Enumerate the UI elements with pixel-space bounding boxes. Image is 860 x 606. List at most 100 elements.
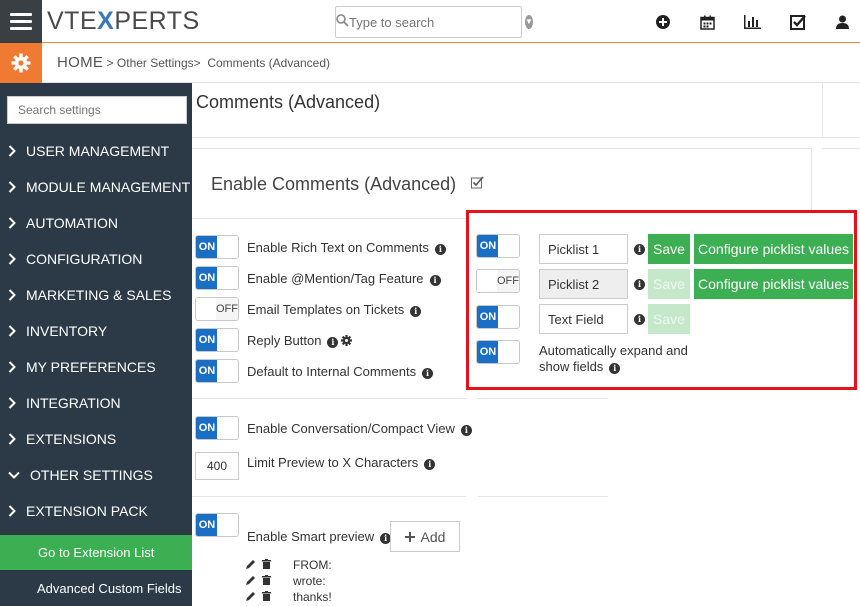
sidebar-item-my-preferences[interactable]: MY PREFERENCES xyxy=(0,349,192,385)
enabled-check-icon[interactable] xyxy=(471,173,484,194)
smart-word: thanks! xyxy=(293,590,332,604)
checkbox-icon[interactable] xyxy=(775,12,820,32)
info-icon[interactable]: i xyxy=(434,244,446,255)
global-search-input[interactable] xyxy=(349,14,525,30)
user-icon[interactable] xyxy=(820,12,860,32)
info-icon[interactable]: i xyxy=(609,363,621,374)
logo-text-2: X xyxy=(97,7,115,35)
toggle-picklist-2[interactable]: OFF xyxy=(476,269,520,293)
sidebar-item-marketing-sales[interactable]: MARKETING & SALES xyxy=(0,277,192,313)
trash-icon[interactable] xyxy=(262,558,271,572)
top-bar: VTEXPERTS ▼ xyxy=(0,0,860,43)
breadcrumb-separator: > xyxy=(193,56,201,70)
sidebar-subitem-advanced-custom-fields[interactable]: Advanced Custom Fields xyxy=(0,570,192,606)
toggle-state: ON xyxy=(477,306,499,328)
limit-preview-input[interactable] xyxy=(195,452,239,480)
settings-search-input[interactable] xyxy=(7,96,187,124)
option-label: Enable Smart preview xyxy=(247,529,375,544)
sidebar-subitem-go-to-extension-list[interactable]: Go to Extension List xyxy=(0,535,192,570)
edit-icon[interactable] xyxy=(246,558,256,572)
sidebar-item-other-settings[interactable]: OTHER SETTINGS xyxy=(0,457,192,493)
sidebar-item-label: AUTOMATION xyxy=(26,215,119,231)
add-word-button[interactable]: Add xyxy=(390,521,460,552)
toggle-rich-text[interactable]: ON xyxy=(195,235,239,259)
gear-icon[interactable] xyxy=(341,334,353,349)
option-label: Limit Preview to X Characters xyxy=(247,455,419,470)
configure-picklist-2-button[interactable]: Configure picklist values xyxy=(694,269,853,299)
global-search: ▼ xyxy=(335,6,533,38)
toggle-internal-comments[interactable]: ON xyxy=(195,359,239,383)
text-field-input[interactable] xyxy=(539,304,628,334)
divider xyxy=(192,496,466,497)
edit-icon[interactable] xyxy=(246,590,256,604)
chevron-right-icon xyxy=(8,505,26,517)
search-dropdown-icon[interactable]: ▼ xyxy=(525,15,533,29)
sidebar-item-user-management[interactable]: USER MANAGEMENT xyxy=(0,133,192,169)
info-icon[interactable]: i xyxy=(429,275,441,286)
sidebar-item-module-management[interactable]: MODULE MANAGEMENT xyxy=(0,169,192,205)
info-icon[interactable]: i xyxy=(634,244,645,255)
breadcrumb-current: Comments (Advanced) xyxy=(207,56,331,70)
breadcrumb-bar: HOME > Other Settings> Comments (Advance… xyxy=(0,43,860,83)
bar-chart-icon[interactable] xyxy=(730,12,775,32)
divider xyxy=(192,137,860,138)
toggle-smart-preview[interactable]: ON xyxy=(195,513,239,537)
save-text-field-button[interactable]: Save xyxy=(648,304,690,334)
sidebar-item-inventory[interactable]: INVENTORY xyxy=(0,313,192,349)
toggle-conversation-view[interactable]: ON xyxy=(195,416,239,440)
option-reply-button: Reply Button i xyxy=(247,333,353,349)
sidebar-item-automation[interactable]: AUTOMATION xyxy=(0,205,192,241)
sidebar-item-integration[interactable]: INTEGRATION xyxy=(0,385,192,421)
toggle-picklist-1[interactable]: ON xyxy=(476,234,520,258)
sidebar-item-label: USER MANAGEMENT xyxy=(26,143,170,159)
toggle-reply-button[interactable]: ON xyxy=(195,328,239,352)
chevron-right-icon xyxy=(8,145,26,157)
info-icon[interactable]: i xyxy=(422,368,434,379)
save-picklist-1-button[interactable]: Save xyxy=(648,234,690,264)
sidebar-item-extensions[interactable]: EXTENSIONS xyxy=(0,421,192,457)
toggle-text-field[interactable]: ON xyxy=(476,305,520,329)
logo-text-3: PERTS xyxy=(114,7,200,35)
option-label: Reply Button xyxy=(247,333,322,348)
sidebar-item-label: MY PREFERENCES xyxy=(26,359,156,375)
smart-word: wrote: xyxy=(293,574,326,588)
settings-gear-icon[interactable] xyxy=(0,43,42,83)
save-picklist-2-button[interactable]: Save xyxy=(648,269,690,299)
smart-word-row: FROM: xyxy=(246,558,332,572)
section-title-text: Enable Comments (Advanced) xyxy=(211,174,457,194)
toggle-mention-tag[interactable]: ON xyxy=(195,266,239,290)
trash-icon[interactable] xyxy=(262,574,271,588)
toggle-email-templates[interactable]: OFF xyxy=(195,297,239,321)
breadcrumb-home[interactable]: HOME xyxy=(57,54,103,71)
info-icon[interactable]: i xyxy=(410,306,422,317)
info-icon[interactable]: i xyxy=(634,279,645,290)
sidebar-item-configuration[interactable]: CONFIGURATION xyxy=(0,241,192,277)
info-icon[interactable]: i xyxy=(327,337,339,348)
divider xyxy=(192,398,466,399)
option-mention-tag: Enable @Mention/Tag Feature i xyxy=(247,271,441,286)
toggle-auto-expand[interactable]: ON xyxy=(476,340,520,364)
sidebar-item-label: MARKETING & SALES xyxy=(26,287,172,303)
plus-circle-icon[interactable] xyxy=(640,12,685,32)
chevron-right-icon xyxy=(8,433,26,445)
option-label: Enable Conversation/Compact View xyxy=(247,421,455,436)
configure-picklist-1-button[interactable]: Configure picklist values xyxy=(694,234,853,264)
picklist-2-field[interactable] xyxy=(539,269,628,299)
divider xyxy=(822,83,823,137)
picklist-1-field[interactable] xyxy=(539,234,628,264)
sidebar-item-extension-pack[interactable]: EXTENSION PACK xyxy=(0,493,192,529)
hamburger-menu-icon[interactable] xyxy=(0,0,42,43)
calendar-icon[interactable] xyxy=(685,12,730,32)
option-label: Email Templates on Tickets xyxy=(247,302,405,317)
breadcrumb-other-settings[interactable]: Other Settings xyxy=(117,56,194,70)
breadcrumb: HOME > Other Settings> Comments (Advance… xyxy=(57,54,330,71)
page-title: Comments (Advanced) xyxy=(196,92,381,112)
edit-icon[interactable] xyxy=(246,574,256,588)
info-icon[interactable]: i xyxy=(424,459,436,470)
logo[interactable]: VTEXPERTS xyxy=(47,7,200,36)
sidebar: USER MANAGEMENT MODULE MANAGEMENT AUTOMA… xyxy=(0,83,192,606)
info-icon[interactable]: i xyxy=(634,314,645,325)
trash-icon[interactable] xyxy=(262,590,271,604)
info-icon[interactable]: i xyxy=(460,425,472,436)
sidebar-item-label: EXTENSION PACK xyxy=(26,503,148,519)
